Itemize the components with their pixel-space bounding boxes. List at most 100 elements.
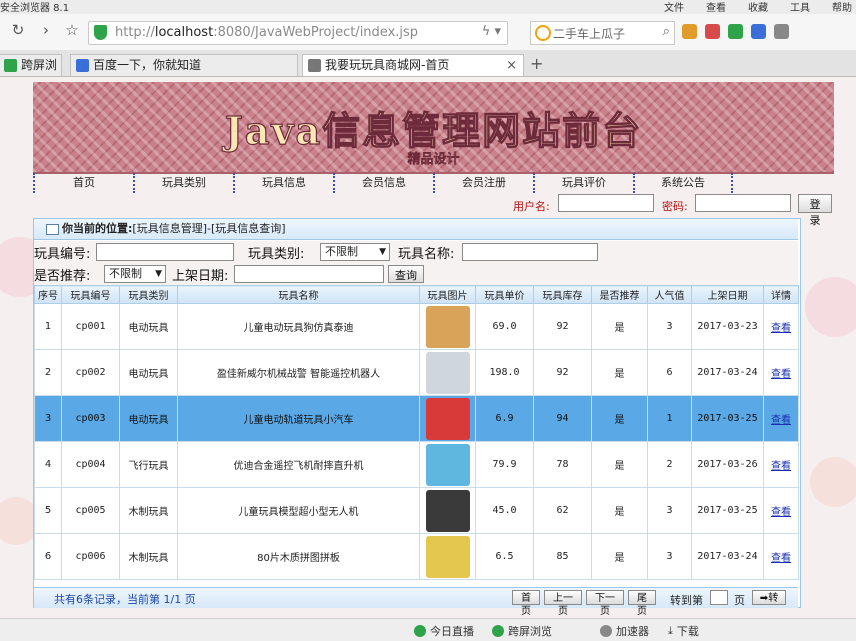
cell-detail[interactable]: 查看 bbox=[763, 441, 799, 488]
cell-date: 2017-03-25 bbox=[691, 487, 764, 534]
security-shield-icon bbox=[94, 25, 107, 40]
menu-file[interactable]: 文件 bbox=[664, 0, 684, 14]
toy-thumbnail-image bbox=[425, 443, 470, 486]
search-box[interactable]: 二手车上瓜子 ⌕ bbox=[530, 21, 675, 45]
cell-index: 1 bbox=[34, 303, 62, 350]
cell-category: 电动玩具 bbox=[119, 395, 178, 442]
goto-page-input[interactable] bbox=[710, 590, 728, 605]
table-row[interactable]: 3 cp003 电动玩具 儿童电动轨道玩具小汽车 6.9 94 是 1 2017-03-25 查看 bbox=[34, 395, 799, 442]
next-page-button[interactable]: 下一页 bbox=[586, 590, 624, 617]
go-button[interactable]: ➡转 bbox=[752, 590, 786, 605]
goto-label: 转到第 bbox=[670, 594, 703, 607]
cell-category: 木制玩具 bbox=[119, 487, 178, 534]
table-row[interactable]: 2 cp002 电动玩具 盈佳新威尔机械战警 智能遥控机器人 198.0 92 是 6 2017… bbox=[34, 349, 799, 396]
cell-index-text: 4 bbox=[44, 459, 52, 470]
live-icon bbox=[414, 625, 426, 637]
address-bar[interactable]: http://localhost:8080/JavaWebProject/ind… bbox=[88, 21, 508, 45]
cell-index-text: 2 bbox=[44, 367, 52, 378]
nav-home[interactable]: 首页 bbox=[33, 173, 133, 193]
cell-category: 电动玩具 bbox=[119, 303, 178, 350]
menu-bar: 文件 查看 收藏 工具 帮助 bbox=[664, 0, 852, 14]
col-stock: 玩具库存 bbox=[533, 285, 592, 304]
detail-link[interactable]: 查看 bbox=[771, 507, 791, 518]
translate-icon[interactable] bbox=[751, 24, 766, 39]
address-url[interactable]: http://localhost:8080/JavaWebProject/ind… bbox=[115, 25, 418, 40]
toy-name-input[interactable] bbox=[462, 243, 598, 261]
toy-type-select[interactable]: 不限制 ▼ bbox=[320, 243, 390, 261]
nav-member-register[interactable]: 会员注册 bbox=[433, 173, 533, 193]
cell-code: cp006 bbox=[61, 533, 120, 580]
mail-icon[interactable] bbox=[705, 24, 720, 39]
status-live[interactable]: 今日直播 bbox=[414, 623, 474, 639]
nav-toy-category[interactable]: 玩具类别 bbox=[133, 173, 233, 193]
detail-link[interactable]: 查看 bbox=[771, 415, 791, 426]
detail-link[interactable]: 查看 bbox=[771, 323, 791, 334]
cell-popularity: 3 bbox=[647, 303, 692, 350]
cell-detail[interactable]: 查看 bbox=[763, 395, 799, 442]
cell-stock-text: 85 bbox=[556, 551, 569, 562]
cell-name: 盈佳新威尔机械战警 智能遥控机器人 bbox=[177, 349, 420, 396]
status-accelerator[interactable]: 加速器 bbox=[600, 623, 649, 639]
app-title: 安全浏览器 8.1 bbox=[0, 3, 70, 14]
nav-toy-info[interactable]: 玩具信息 bbox=[233, 173, 333, 193]
lightning-icon[interactable]: ϟ ▾ bbox=[482, 24, 501, 39]
cell-date-text: 2017-03-23 bbox=[697, 321, 758, 332]
cross-screen-icon bbox=[4, 59, 17, 72]
cell-index: 6 bbox=[34, 533, 62, 580]
table-row[interactable]: 5 cp005 木制玩具 儿童玩具模型超小型无人机 45.0 62 是 3 2017-03-25… bbox=[34, 487, 799, 534]
cell-recommend-text: 是 bbox=[614, 507, 625, 518]
status-label: 下载 bbox=[676, 625, 699, 638]
password-input[interactable] bbox=[695, 194, 791, 212]
date-input[interactable] bbox=[234, 265, 384, 283]
detail-link[interactable]: 查看 bbox=[771, 461, 791, 472]
record-info: 共有6条记录，当前第 1/1 页 bbox=[54, 593, 196, 606]
col-category: 玩具类别 bbox=[119, 285, 178, 304]
nav-announcement[interactable]: 系统公告 bbox=[633, 173, 733, 193]
table-row[interactable]: 6 cp006 木制玩具 80片木质拼图拼板 6.5 85 是 3 2017-03-24 查看 bbox=[34, 533, 799, 580]
nav-toy-review[interactable]: 玩具评价 bbox=[533, 173, 633, 193]
recommend-select[interactable]: 不限制 ▼ bbox=[104, 265, 166, 283]
close-icon[interactable]: × bbox=[506, 55, 517, 76]
breadcrumb: 你当前的位置:[玩具信息管理]-[玩具信息查询] bbox=[34, 219, 798, 240]
first-page-button[interactable]: 首页 bbox=[512, 590, 540, 617]
cell-detail[interactable]: 查看 bbox=[763, 349, 799, 396]
prev-page-button[interactable]: 上一页 bbox=[544, 590, 582, 617]
table-row[interactable]: 1 cp001 电动玩具 儿童电动玩具狗仿真泰迪 69.0 92 是 3 2017-03-23 查… bbox=[34, 303, 799, 350]
menu-tools[interactable]: 工具 bbox=[790, 0, 810, 14]
last-page-button[interactable]: 尾页 bbox=[628, 590, 656, 617]
cell-code: cp003 bbox=[61, 395, 120, 442]
new-tab-icon[interactable]: + bbox=[530, 54, 543, 73]
tab-toy-store[interactable]: 我要玩玩具商城网-首页 × bbox=[302, 54, 524, 76]
cell-detail[interactable]: 查看 bbox=[763, 487, 799, 534]
refresh-icon[interactable]: ↻ bbox=[10, 22, 26, 38]
status-download[interactable]: ⤓ 下载 bbox=[668, 623, 699, 639]
status-cross-screen[interactable]: 跨屏浏览 bbox=[492, 623, 552, 639]
cell-price: 198.0 bbox=[475, 349, 534, 396]
apps-icon[interactable] bbox=[682, 24, 697, 39]
detail-link[interactable]: 查看 bbox=[771, 553, 791, 564]
cell-name: 儿童玩具模型超小型无人机 bbox=[177, 487, 420, 534]
cell-detail[interactable]: 查看 bbox=[763, 533, 799, 580]
menu-favorites[interactable]: 收藏 bbox=[748, 0, 768, 14]
search-icon[interactable]: ⌕ bbox=[663, 24, 670, 39]
tab-cross-screen[interactable]: 跨屏浏览 bbox=[0, 54, 62, 93]
detail-link[interactable]: 查看 bbox=[771, 369, 791, 380]
username-input[interactable] bbox=[558, 194, 654, 212]
home-icon[interactable]: ☆ bbox=[64, 22, 80, 38]
search-placeholder: 二手车上瓜子 bbox=[553, 27, 626, 41]
table-row[interactable]: 4 cp004 飞行玩具 优迪合金遥控飞机耐摔直升机 79.9 78 是 2 2017-03-2… bbox=[34, 441, 799, 488]
tab-baidu[interactable]: 百度一下，你就知道 bbox=[70, 54, 298, 76]
screenshot-icon[interactable] bbox=[774, 24, 789, 39]
query-button[interactable]: 查询 bbox=[388, 265, 424, 283]
login-button[interactable]: 登录 bbox=[798, 194, 832, 227]
cell-category-text: 电动玩具 bbox=[128, 323, 169, 334]
money-icon[interactable] bbox=[728, 24, 743, 39]
toy-no-input[interactable] bbox=[96, 243, 234, 261]
cell-price: 79.9 bbox=[475, 441, 534, 488]
menu-help[interactable]: 帮助 bbox=[832, 0, 852, 14]
nav-member-info[interactable]: 会员信息 bbox=[333, 173, 433, 193]
cell-recommend: 是 bbox=[591, 441, 648, 488]
menu-view[interactable]: 查看 bbox=[706, 0, 726, 14]
cell-detail[interactable]: 查看 bbox=[763, 303, 799, 350]
forward-icon[interactable]: › bbox=[38, 22, 54, 38]
